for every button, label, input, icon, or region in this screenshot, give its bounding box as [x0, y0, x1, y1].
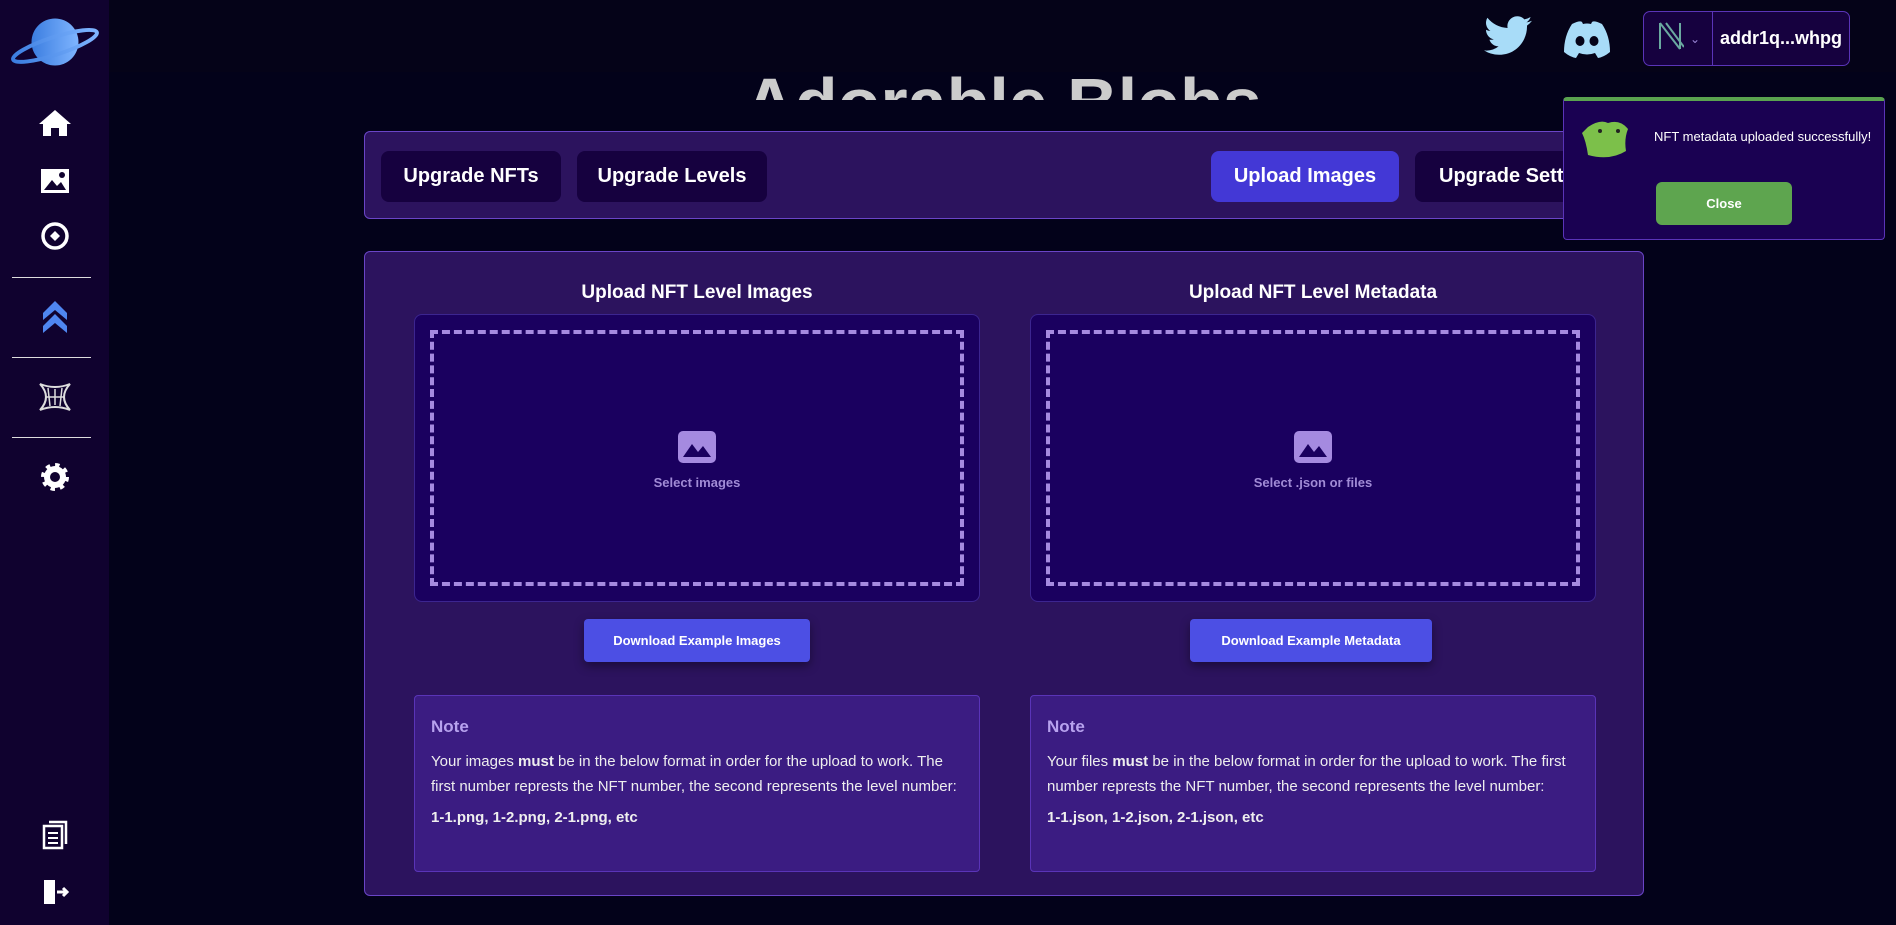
note-example: 1-1.png, 1-2.png, 2-1.png, etc — [431, 809, 638, 826]
blob-avatar-icon — [1580, 117, 1630, 166]
note-text: Your files must be in the below format i… — [1047, 753, 1566, 795]
gear-icon[interactable] — [39, 461, 71, 493]
images-note: Note Your images must be in the below fo… — [414, 695, 980, 872]
wallet-selector[interactable]: ⌄ — [1644, 12, 1713, 65]
tab-bar: Upgrade NFTs Upgrade Levels Upload Image… — [364, 131, 1644, 219]
logout-icon[interactable] — [41, 878, 69, 906]
home-icon[interactable] — [38, 108, 72, 138]
image-icon — [1031, 430, 1595, 467]
note-title: Note — [1047, 717, 1085, 736]
download-example-images-button[interactable]: Download Example Images — [584, 619, 810, 662]
image-icon — [415, 430, 979, 467]
sidebar-divider — [12, 277, 91, 278]
circle-target-icon[interactable] — [40, 221, 70, 251]
toast-close-button[interactable]: Close — [1656, 182, 1792, 225]
images-dropzone[interactable]: Select images — [414, 314, 980, 602]
tab-upgrade-levels[interactable]: Upgrade Levels — [577, 151, 767, 202]
nami-wallet-icon — [1656, 19, 1685, 58]
double-chevron-up-icon[interactable] — [42, 300, 68, 334]
note-text: Your images must be in the below format … — [431, 753, 957, 795]
wormhole-icon[interactable] — [38, 380, 72, 414]
planet-logo-icon[interactable] — [10, 12, 100, 72]
download-example-metadata-button[interactable]: Download Example Metadata — [1190, 619, 1432, 662]
documents-icon[interactable] — [42, 820, 68, 850]
image-icon[interactable] — [40, 168, 70, 194]
select-json-label: Select .json or files — [1253, 475, 1373, 490]
success-toast: NFT metadata uploaded successfully! Clos… — [1563, 97, 1885, 240]
chevron-down-icon: ⌄ — [1689, 31, 1701, 46]
tab-upgrade-nfts[interactable]: Upgrade NFTs — [381, 151, 561, 202]
note-example: 1-1.json, 1-2.json, 2-1.json, etc — [1047, 809, 1264, 826]
twitter-icon[interactable] — [1484, 15, 1532, 62]
wallet-address[interactable]: addr1q...whpg — [1713, 12, 1849, 65]
wallet-connector[interactable]: ⌄ addr1q...whpg — [1643, 11, 1850, 66]
discord-icon[interactable] — [1562, 20, 1612, 63]
tab-upload-images[interactable]: Upload Images — [1211, 151, 1399, 202]
metadata-heading: Upload NFT Level Metadata — [1188, 282, 1438, 303]
metadata-dropzone[interactable]: Select .json or files — [1030, 314, 1596, 602]
upload-card: Upload NFT Level Images Select images Do… — [364, 251, 1644, 896]
sidebar-divider — [12, 357, 91, 358]
select-images-label: Select images — [653, 475, 741, 490]
metadata-note: Note Your files must be in the below for… — [1030, 695, 1596, 872]
images-heading: Upload NFT Level Images — [581, 282, 813, 303]
sidebar-divider — [12, 437, 91, 438]
topbar-mask — [109, 0, 1896, 72]
note-title: Note — [431, 717, 469, 736]
toast-message: NFT metadata uploaded successfully! — [1654, 129, 1872, 144]
sidebar — [0, 0, 109, 925]
